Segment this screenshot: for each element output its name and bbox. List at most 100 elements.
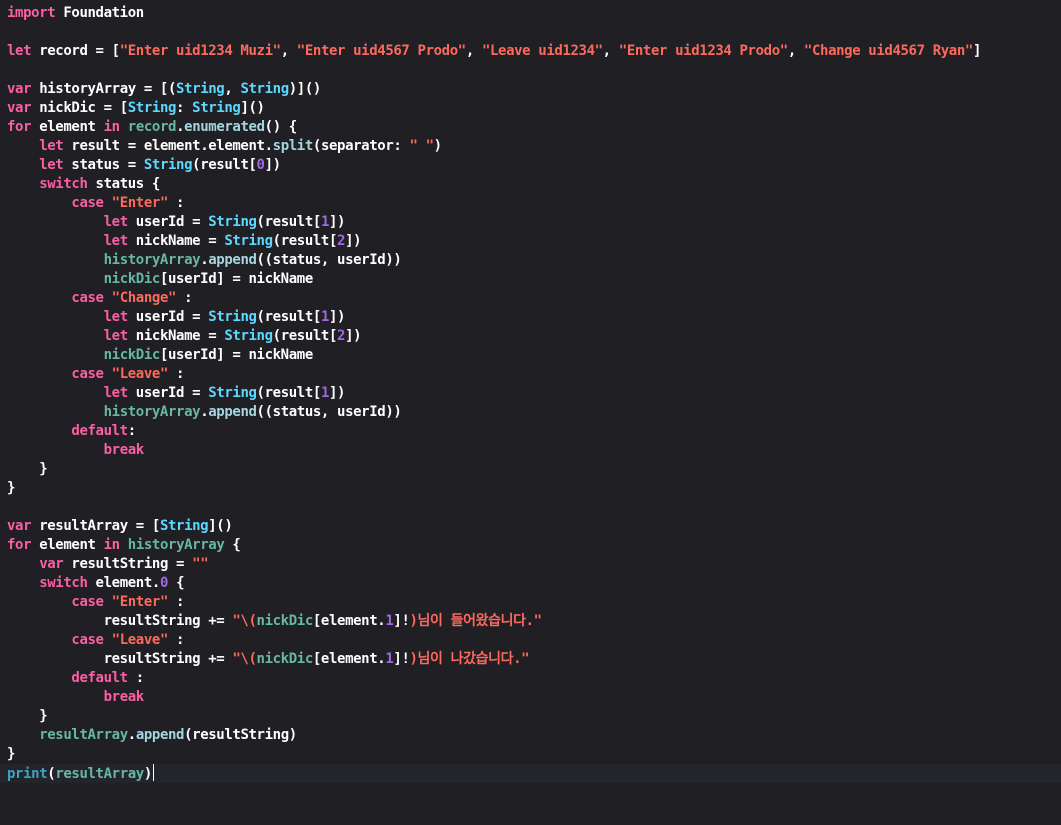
code-line[interactable]: case "Enter" :: [0, 593, 1061, 612]
code-token-number: 1: [320, 385, 329, 401]
code-line[interactable]: let userId = String(result[1]): [0, 384, 1061, 403]
code-token-type: String: [127, 100, 177, 116]
code-token-keyword: default: [71, 423, 128, 439]
code-line[interactable]: [0, 61, 1061, 80]
code-line[interactable]: nickDic[userId] = nickName: [0, 270, 1061, 289]
code-line[interactable]: let nickName = String(result[2]): [0, 232, 1061, 251]
code-token-string: "Enter": [111, 594, 169, 610]
code-line[interactable]: let result = element.element.split(separ…: [0, 137, 1061, 156]
code-line[interactable]: var nickDic = [String: String](): [0, 99, 1061, 118]
code-line[interactable]: print(resultArray): [0, 764, 1061, 783]
code-line[interactable]: var resultArray = [String](): [0, 517, 1061, 536]
code-token-plain: :: [168, 366, 185, 382]
code-line[interactable]: let record = ["Enter uid1234 Muzi", "Ent…: [0, 42, 1061, 61]
code-token-keyword: case: [71, 594, 104, 610]
code-line[interactable]: case "Enter" :: [0, 194, 1061, 213]
code-token-plain: ]!: [393, 651, 410, 667]
code-token-keyword: let: [39, 138, 64, 154]
text-cursor: [152, 764, 154, 781]
code-token-string: "\(: [232, 613, 257, 629]
code-token-plain: status {: [87, 176, 161, 192]
code-token-project: record: [127, 119, 177, 135]
code-line[interactable]: import Foundation: [0, 4, 1061, 23]
code-token-plain: :: [168, 195, 185, 211]
code-token-keyword: case: [71, 366, 104, 382]
code-token-string: "Change uid4567 Ryan": [803, 43, 973, 59]
code-token-keyword: break: [103, 442, 145, 458]
code-token-number: 0: [256, 157, 265, 173]
code-line[interactable]: default:: [0, 422, 1061, 441]
code-line[interactable]: }: [0, 479, 1061, 498]
code-token-keyword: var: [7, 518, 32, 534]
code-line[interactable]: case "Leave" :: [0, 365, 1061, 384]
code-line[interactable]: [0, 498, 1061, 517]
code-line[interactable]: var resultString = "": [0, 555, 1061, 574]
code-line[interactable]: nickDic[userId] = nickName: [0, 346, 1061, 365]
code-line[interactable]: case "Change" :: [0, 289, 1061, 308]
code-line[interactable]: let status = String(result[0]): [0, 156, 1061, 175]
code-token-type: String: [240, 81, 289, 97]
code-token-string: "Enter": [111, 195, 169, 211]
code-token-plain: ]): [264, 157, 281, 173]
code-line[interactable]: for element in record.enumerated() {: [0, 118, 1061, 137]
code-line[interactable]: default :: [0, 669, 1061, 688]
code-line[interactable]: let userId = String(result[1]): [0, 213, 1061, 232]
code-line[interactable]: resultString += "\(nickDic[element.1]!)님…: [0, 650, 1061, 669]
code-line[interactable]: for element in historyArray {: [0, 536, 1061, 555]
code-line[interactable]: var historyArray = [(String, String)](): [0, 80, 1061, 99]
code-line[interactable]: switch element.0 {: [0, 574, 1061, 593]
code-line[interactable]: }: [0, 707, 1061, 726]
code-token-plain: () {: [264, 119, 298, 135]
code-token-project: resultArray: [55, 766, 144, 782]
code-token-plain: }: [7, 708, 48, 724]
code-lines[interactable]: import Foundation let record = ["Enter ui…: [0, 4, 1061, 783]
code-token-plain: }: [7, 461, 48, 477]
code-line[interactable]: resultString += "\(nickDic[element.1]!)님…: [0, 612, 1061, 631]
code-token-keyword: let: [103, 233, 129, 249]
code-line[interactable]: break: [0, 688, 1061, 707]
code-token-string: "": [192, 556, 209, 572]
code-token-string: "Leave": [111, 632, 169, 648]
code-token-plain: userId =: [127, 214, 209, 230]
code-line[interactable]: break: [0, 441, 1061, 460]
code-token-plain: (result[: [272, 328, 338, 344]
code-line[interactable]: historyArray.append((status, userId)): [0, 403, 1061, 422]
code-token-plain: (result[: [272, 233, 338, 249]
code-token-plain: Foundation: [55, 5, 144, 21]
code-token-keyword: break: [103, 689, 145, 705]
code-token-plain: resultString =: [63, 556, 193, 572]
code-line[interactable]: resultArray.append(resultString): [0, 726, 1061, 745]
code-line[interactable]: historyArray.append((status, userId)): [0, 251, 1061, 270]
code-line[interactable]: case "Leave" :: [0, 631, 1061, 650]
code-line[interactable]: }: [0, 460, 1061, 479]
code-editor[interactable]: import Foundation let record = ["Enter ui…: [0, 0, 1061, 825]
code-token-plain: }: [7, 746, 16, 762]
code-token-keyword: in: [103, 119, 120, 135]
code-token-plain: record = [: [31, 43, 120, 59]
code-line[interactable]: }: [0, 745, 1061, 764]
code-token-plain: ,: [224, 81, 241, 97]
code-token-plain: .: [176, 119, 185, 135]
code-line[interactable]: let userId = String(result[1]): [0, 308, 1061, 327]
code-token-plain: ]: [972, 43, 982, 59]
code-line[interactable]: [0, 23, 1061, 42]
code-token-plain: ](): [240, 100, 265, 116]
code-token-plain: ]): [345, 328, 362, 344]
code-line[interactable]: let nickName = String(result[2]): [0, 327, 1061, 346]
code-line[interactable]: switch status {: [0, 175, 1061, 194]
